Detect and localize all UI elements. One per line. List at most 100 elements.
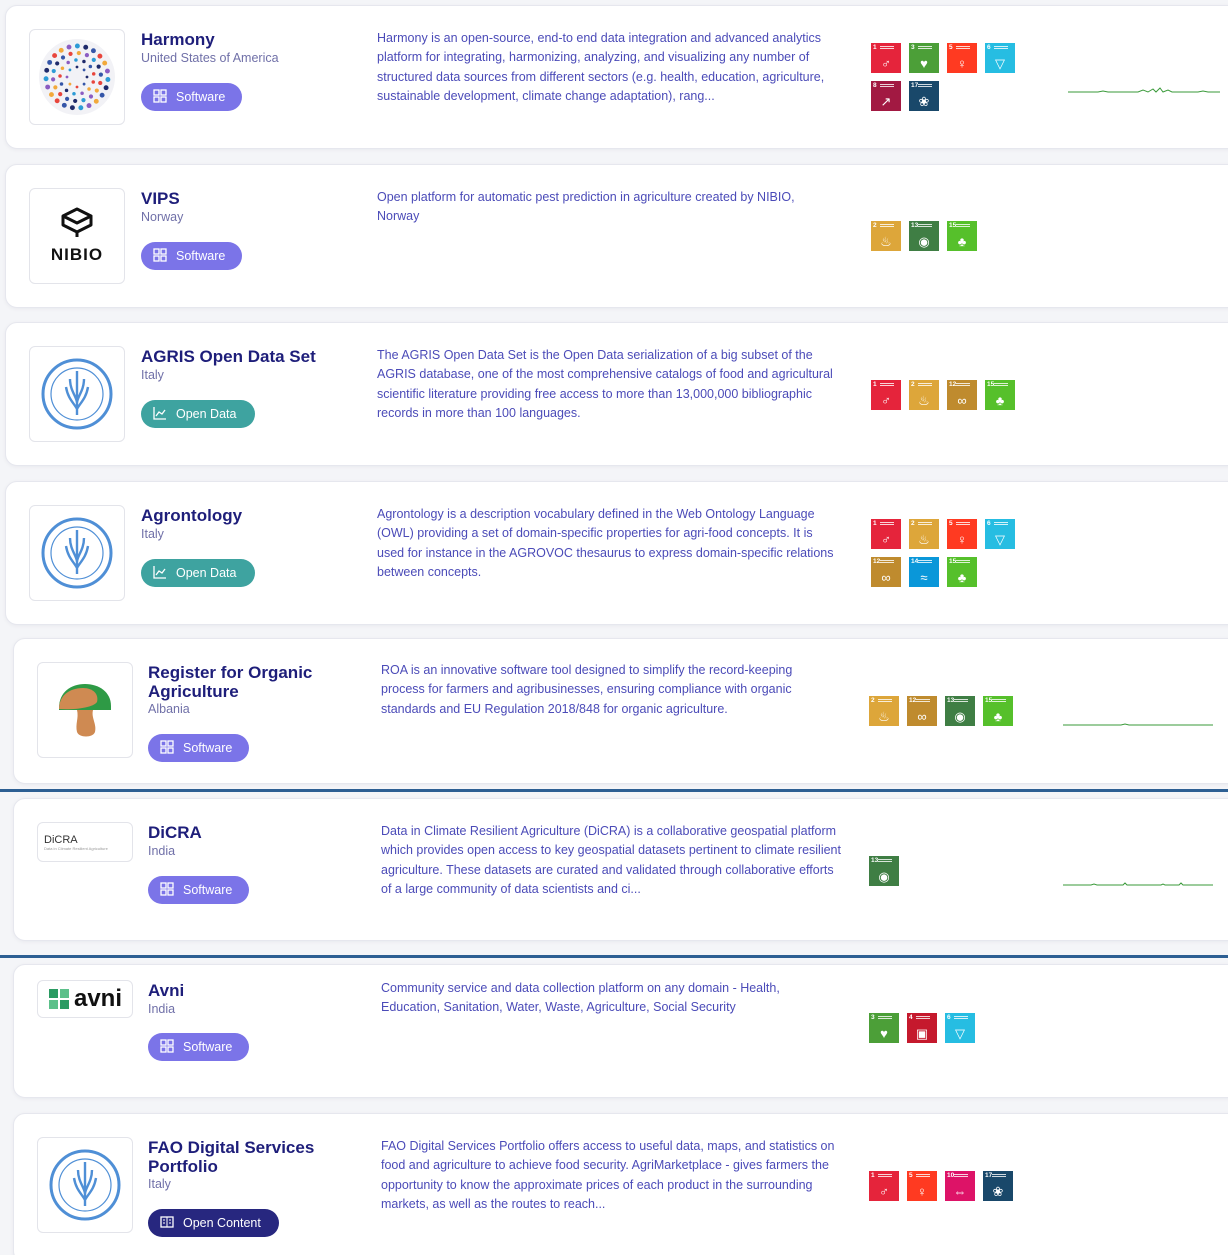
sdg-13-icon[interactable]: 13 ◉ <box>909 221 939 251</box>
sdg-15-icon[interactable]: 15 ♣ <box>983 696 1013 726</box>
sdg-2-icon[interactable]: 2 ♨ <box>909 380 939 410</box>
sdg-6-icon[interactable]: 6 ▽ <box>945 1013 975 1043</box>
avni-logo: avni <box>37 980 133 1018</box>
harmony-dot <box>55 61 60 66</box>
badge-label: Open Data <box>176 566 237 580</box>
harmony-dot <box>83 44 89 50</box>
solution-card-agrontology[interactable]: Agrontology Italy Open Data Agrontology … <box>5 481 1228 625</box>
harmony-dot <box>105 77 111 82</box>
type-badge-open-data[interactable]: Open Data <box>141 559 255 587</box>
software-icon <box>160 739 174 757</box>
harmony-dot <box>93 98 99 104</box>
sdg-6-icon[interactable]: 6 ▽ <box>985 43 1015 73</box>
type-badge-software[interactable]: Software <box>141 242 242 270</box>
sdg-2-icon[interactable]: 2 ♨ <box>869 696 899 726</box>
harmony-dot <box>64 88 69 93</box>
sdg-4-icon[interactable]: 4 ▣ <box>907 1013 937 1043</box>
sdg-list: 3 ♥ 4 ▣ 6 ▽ <box>869 1013 1029 1043</box>
harmony-dot <box>97 53 103 59</box>
sdg-10-icon[interactable]: 10 ⇔ <box>945 1171 975 1201</box>
harmony-dot <box>102 60 108 66</box>
solution-card-fao-dsp[interactable]: FAO Digital Services Portfolio Italy Ope… <box>13 1113 1228 1255</box>
sdg-3-icon[interactable]: 3 ♥ <box>869 1013 899 1043</box>
sdg-12-icon[interactable]: 12 ∞ <box>907 696 937 726</box>
card-description: Open platform for automatic pest predict… <box>377 190 795 224</box>
type-badge-software[interactable]: Software <box>148 1033 249 1061</box>
harmony-dot <box>51 77 56 82</box>
sdg-15-icon[interactable]: 15 ♣ <box>947 557 977 587</box>
sdg-12-icon[interactable]: 12 ∞ <box>947 380 977 410</box>
sdg-5-icon[interactable]: 5 ♀ <box>947 43 977 73</box>
software-icon <box>160 1038 174 1056</box>
card-title[interactable]: Register for Organic Agriculture <box>148 663 328 701</box>
type-badge-open-content[interactable]: Open Content <box>148 1209 279 1237</box>
solution-card-vips[interactable]: NIBIO VIPS Norway Software Open platform… <box>5 164 1228 308</box>
sdg-17-icon[interactable]: 17 ❀ <box>909 81 939 111</box>
sdg-3-icon[interactable]: 3 ♥ <box>909 43 939 73</box>
sdg-13-icon[interactable]: 13 ◉ <box>869 856 899 886</box>
card-description: FAO Digital Services Portfolio offers ac… <box>381 1139 835 1212</box>
activity-sparkline <box>1068 87 1220 93</box>
card-title[interactable]: Avni <box>148 981 348 1000</box>
card-title[interactable]: AGRIS Open Data Set <box>141 347 361 366</box>
card-country: India <box>148 1002 176 1016</box>
solution-card-dicra[interactable]: DiCRA Data in Climate Resilient Agricult… <box>13 798 1228 941</box>
activity-sparkline <box>1063 882 1213 886</box>
sdg-6-icon[interactable]: 6 ▽ <box>985 519 1015 549</box>
solution-card-agris[interactable]: AGRIS Open Data Set Italy Open Data The … <box>5 322 1228 466</box>
sdg-15-icon[interactable]: 15 ♣ <box>985 380 1015 410</box>
harmony-dot <box>75 65 79 69</box>
sdg-2-icon[interactable]: 2 ♨ <box>871 221 901 251</box>
harmony-dot <box>76 50 81 56</box>
software-icon <box>153 88 167 106</box>
solution-card-harmony[interactable]: Harmony United States of America Softwar… <box>5 5 1228 149</box>
dicra-logo-subtext: Data in Climate Resilient Agriculture <box>44 845 108 851</box>
type-badge-software[interactable]: Software <box>148 876 249 904</box>
card-title[interactable]: VIPS <box>141 189 341 208</box>
card-title[interactable]: DiCRA <box>148 823 348 842</box>
harmony-dot <box>91 72 96 76</box>
harmony-dot <box>87 87 91 91</box>
harmony-dot <box>45 84 51 90</box>
sdg-1-icon[interactable]: 1 ♂ <box>871 43 901 73</box>
harmony-dot <box>104 68 110 74</box>
nibio-mark-icon <box>61 207 93 237</box>
card-description: The AGRIS Open Data Set is the Open Data… <box>377 348 833 421</box>
sdg-1-icon[interactable]: 1 ♂ <box>869 1171 899 1201</box>
dicra-logo-text: DiCRA <box>44 833 78 846</box>
badge-label: Software <box>176 249 226 263</box>
sdg-1-icon[interactable]: 1 ♂ <box>871 519 901 549</box>
sdg-5-icon[interactable]: 5 ♀ <box>907 1171 937 1201</box>
sdg-8-icon[interactable]: 8 ↗ <box>871 81 901 111</box>
fao-logo <box>29 346 125 442</box>
activity-sparkline <box>1063 723 1213 726</box>
card-country: Italy <box>141 527 164 541</box>
sdg-13-icon[interactable]: 13 ◉ <box>945 696 975 726</box>
solution-card-roa[interactable]: Register for Organic Agriculture Albania… <box>13 638 1228 784</box>
sdg-14-icon[interactable]: 14 ≈ <box>909 557 939 587</box>
sdg-15-icon[interactable]: 15 ♣ <box>947 221 977 251</box>
harmony-dot <box>82 59 86 64</box>
sdg-5-icon[interactable]: 5 ♀ <box>947 519 977 549</box>
type-badge-software[interactable]: Software <box>148 734 249 762</box>
card-title[interactable]: Harmony <box>141 30 341 49</box>
sdg-17-icon[interactable]: 17 ❀ <box>983 1171 1013 1201</box>
card-description: Community service and data collection pl… <box>381 981 780 1015</box>
harmony-dot <box>74 58 78 62</box>
harmony-dot <box>64 96 70 101</box>
card-description: Harmony is an open-source, end-to end da… <box>377 31 825 104</box>
type-badge-software[interactable]: Software <box>141 83 242 111</box>
avni-logo-text: avni <box>73 985 123 1012</box>
solution-card-avni[interactable]: avni Avni India Software Community servi… <box>13 964 1228 1098</box>
sdg-12-icon[interactable]: 12 ∞ <box>871 557 901 587</box>
nibio-logo: NIBIO <box>29 188 125 284</box>
card-title[interactable]: Agrontology <box>141 506 341 525</box>
harmony-dot <box>66 44 72 50</box>
harmony-dot <box>49 92 54 98</box>
sdg-1-icon[interactable]: 1 ♂ <box>871 380 901 410</box>
type-badge-open-data[interactable]: Open Data <box>141 400 255 428</box>
card-title[interactable]: FAO Digital Services Portfolio <box>148 1138 328 1176</box>
badge-label: Software <box>183 1040 233 1054</box>
harmony-dot <box>54 98 60 104</box>
sdg-2-icon[interactable]: 2 ♨ <box>909 519 939 549</box>
